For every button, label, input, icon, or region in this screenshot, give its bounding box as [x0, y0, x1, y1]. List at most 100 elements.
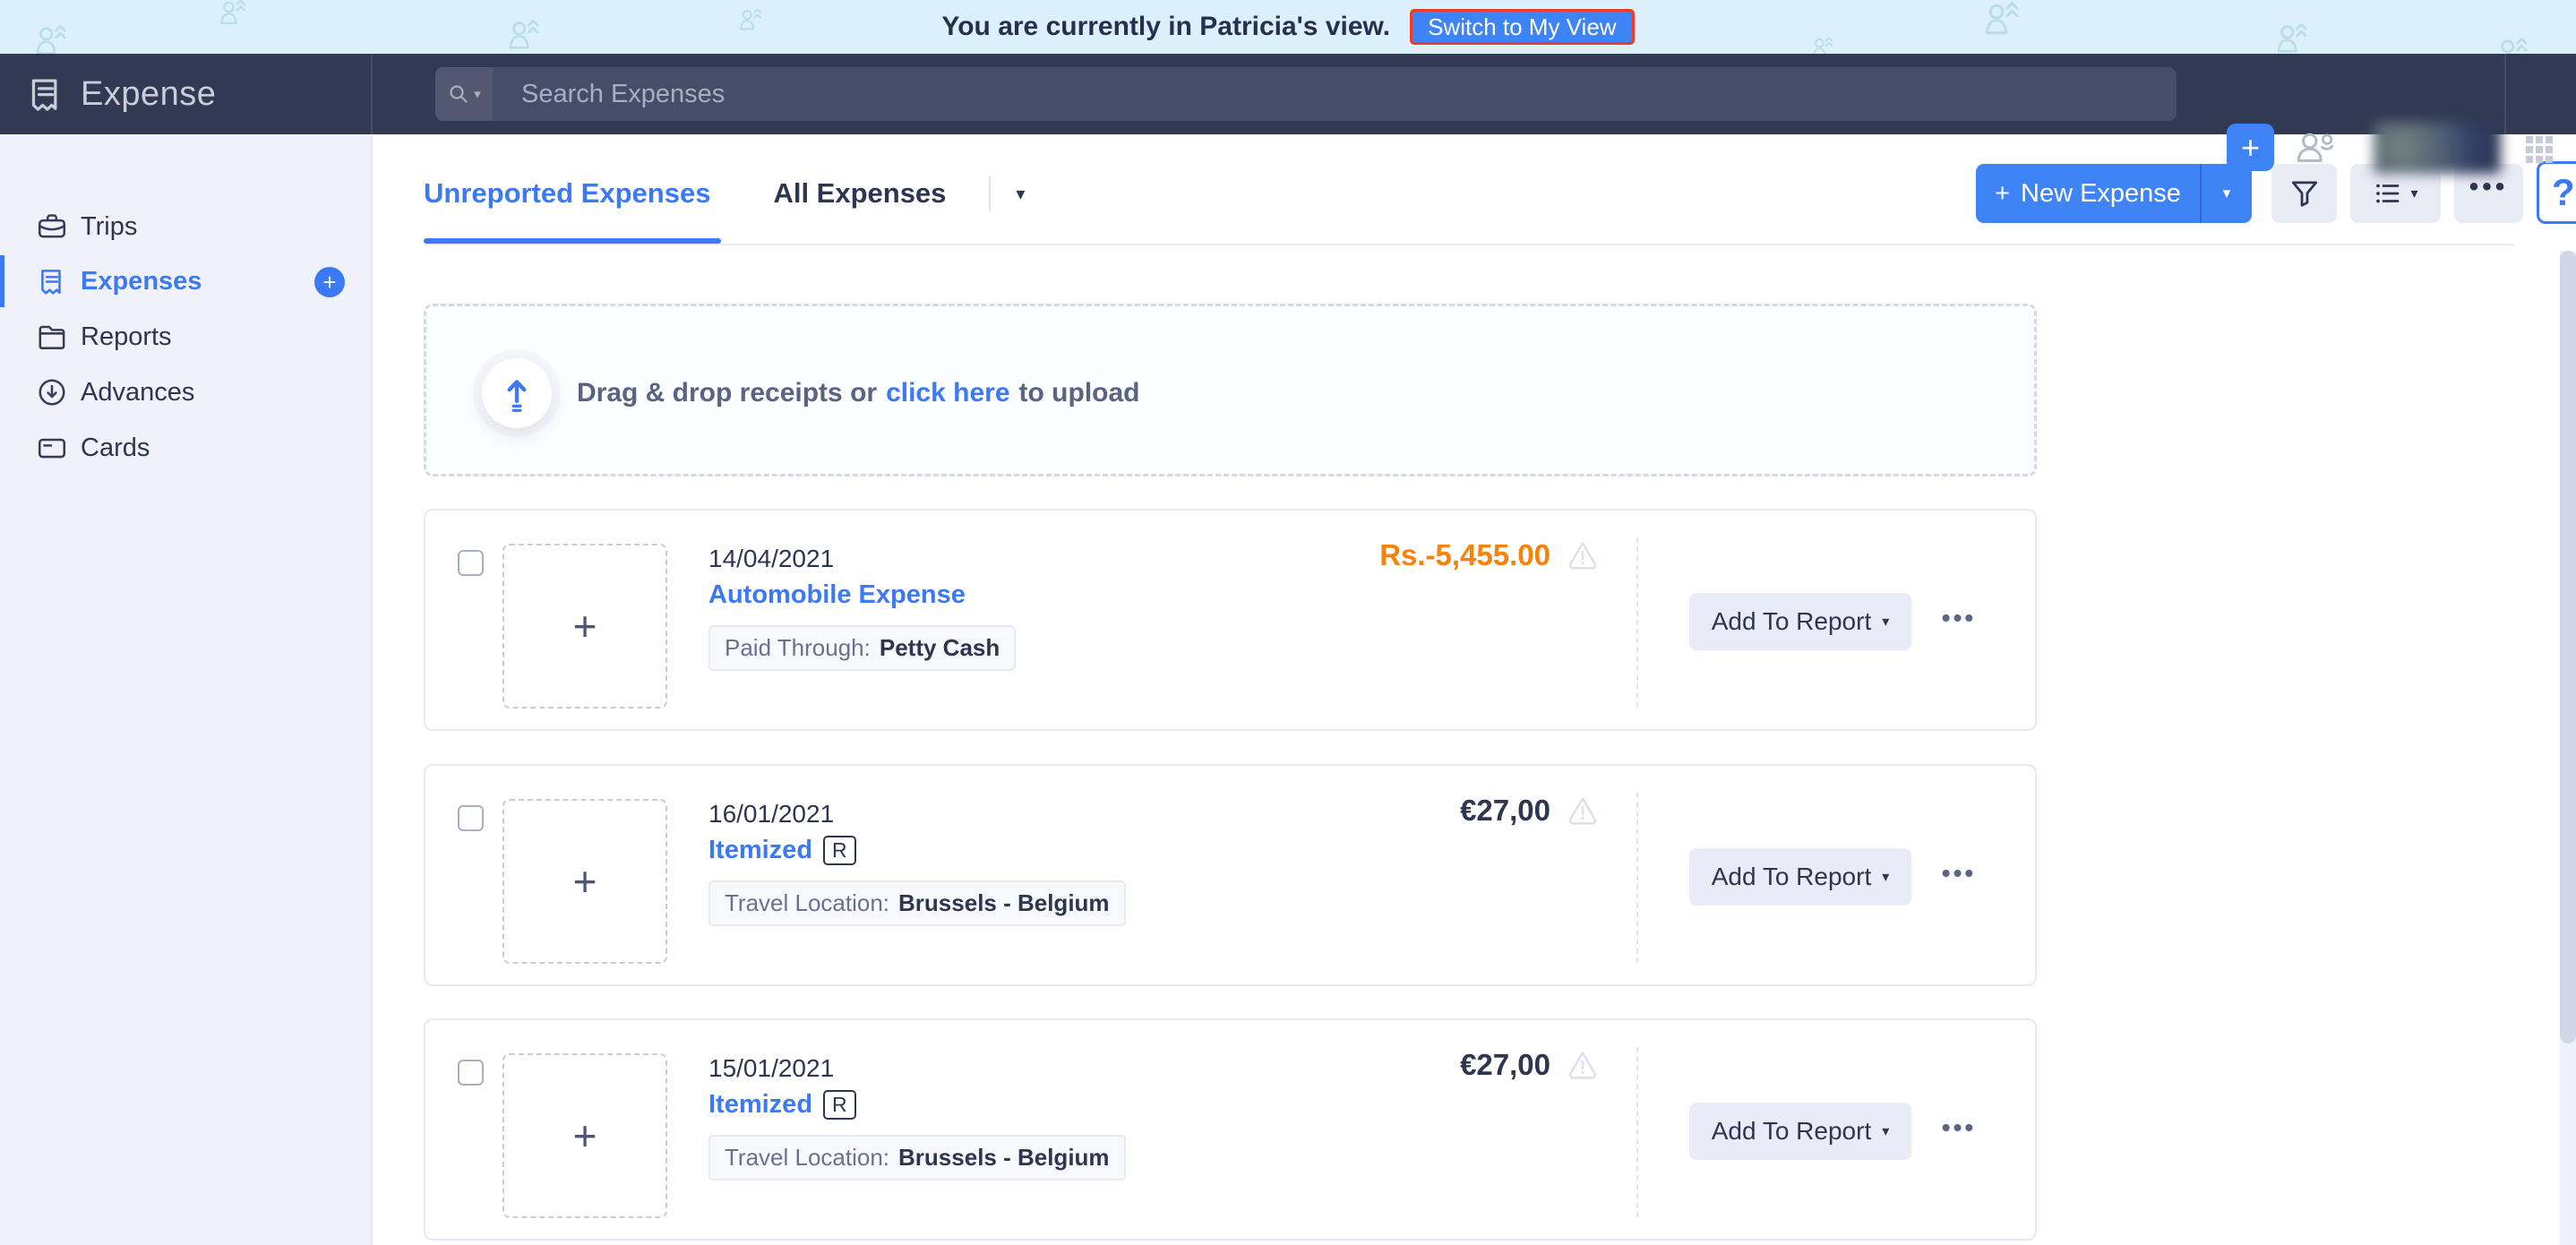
sidebar-item-reports[interactable]: Reports	[0, 309, 373, 365]
expense-date: 15/01/2021	[708, 1054, 834, 1083]
filter-button[interactable]	[2271, 164, 2337, 223]
plus-icon: +	[573, 1112, 597, 1160]
add-to-report-caret-icon: ▾	[1882, 868, 1889, 886]
switch-to-my-view-button[interactable]: Switch to My View	[1410, 9, 1634, 45]
expense-checkbox[interactable]	[458, 805, 484, 831]
reimbursable-badge: R	[823, 1090, 856, 1120]
switch-user-icon[interactable]	[2293, 125, 2338, 170]
add-expense-quick-button[interactable]: +	[314, 267, 345, 297]
add-to-report-button[interactable]: Add To Report ▾	[1689, 848, 1911, 906]
sidebar-item-label: Reports	[81, 322, 172, 352]
list-view-caret-icon: ▾	[2410, 185, 2417, 202]
warning-icon	[1565, 537, 1601, 573]
sidebar-item-advances[interactable]: Advances	[0, 365, 373, 420]
row-more-options-button[interactable]: •••	[1930, 1113, 1988, 1142]
sidebar-item-label: Trips	[81, 212, 137, 242]
plus-icon: +	[573, 857, 597, 906]
scrollbar-thumb[interactable]	[2560, 251, 2576, 1043]
expense-date: 16/01/2021	[708, 800, 834, 829]
reimbursable-badge: R	[823, 836, 856, 865]
sidebar-item-trips[interactable]: Trips	[0, 199, 373, 254]
search-scope-caret-icon: ▾	[474, 86, 481, 102]
add-to-report-label: Add To Report	[1712, 863, 1872, 891]
new-expense-button[interactable]: + New Expense	[1976, 164, 2200, 223]
global-search: ▾	[435, 67, 2177, 121]
add-to-report-caret-icon: ▾	[1882, 613, 1889, 631]
expense-title-link[interactable]: Itemized	[708, 836, 812, 865]
user-avatar-blurred[interactable]	[2374, 122, 2501, 174]
add-receipt-box[interactable]: +	[502, 1053, 667, 1218]
expense-tag: Travel Location: Brussels - Belgium	[708, 1135, 1126, 1181]
new-expense-label: New Expense	[2021, 179, 2181, 209]
expense-amount: €27,00	[1460, 1048, 1550, 1082]
list-view-icon	[2373, 178, 2403, 209]
scrollbar-track[interactable]	[2560, 251, 2576, 1245]
sidebar-item-label: Advances	[81, 378, 194, 408]
upload-text-prefix: Drag & drop receipts or	[577, 378, 877, 408]
add-receipt-box[interactable]: +	[502, 799, 667, 964]
sidebar: Trips Expenses + Reports Advances Cards	[0, 134, 373, 1245]
tag-value: Brussels - Belgium	[898, 1144, 1110, 1172]
add-to-report-label: Add To Report	[1712, 607, 1872, 636]
tab-separator	[989, 176, 991, 211]
upload-instructions: Drag & drop receipts or click here to up…	[577, 306, 1140, 479]
expense-amount: Rs.-5,455.00	[1379, 538, 1550, 572]
tab-dropdown-caret-icon[interactable]: ▾	[1016, 183, 1025, 205]
upload-click-here-link[interactable]: click here	[886, 378, 1009, 408]
expense-checkbox[interactable]	[458, 1060, 484, 1086]
warning-icon	[1565, 793, 1601, 829]
tab-unreported-expenses[interactable]: Unreported Expenses	[424, 177, 710, 210]
add-receipt-box[interactable]: +	[502, 544, 667, 708]
plus-icon: +	[1995, 179, 2010, 209]
search-scope-button[interactable]: ▾	[435, 67, 493, 121]
search-icon	[447, 82, 470, 106]
expense-checkbox[interactable]	[458, 550, 484, 576]
row-more-options-button[interactable]: •••	[1930, 604, 1988, 632]
navbar-divider	[371, 54, 373, 134]
plus-icon: +	[573, 602, 597, 650]
app-name: Expense	[81, 75, 216, 114]
add-to-report-button[interactable]: Add To Report ▾	[1689, 1103, 1911, 1160]
expense-tabs: Unreported Expenses All Expenses ▾	[424, 176, 1025, 211]
warning-icon	[1565, 1047, 1601, 1083]
expense-tag: Travel Location: Brussels - Belgium	[708, 880, 1126, 926]
briefcase-icon	[36, 210, 68, 243]
quick-create-button[interactable]: +	[2227, 124, 2274, 171]
receipt-dropzone[interactable]: Drag & drop receipts or click here to up…	[424, 304, 2037, 477]
tag-label: Travel Location:	[725, 1144, 889, 1172]
tag-value: Brussels - Belgium	[898, 889, 1110, 917]
search-input[interactable]	[493, 67, 2177, 121]
expense-card: + 16/01/2021 Itemized R Travel Location:…	[424, 764, 2037, 986]
new-expense-split-button: + New Expense ▾	[1976, 164, 2252, 223]
upload-arrow-icon	[499, 374, 535, 413]
new-expense-dropdown-button[interactable]: ▾	[2200, 164, 2252, 223]
funnel-icon	[2288, 177, 2321, 210]
add-to-report-button[interactable]: Add To Report ▾	[1689, 593, 1911, 650]
expense-amount: €27,00	[1460, 794, 1550, 828]
expense-title-link[interactable]: Itemized	[708, 1090, 812, 1120]
row-more-options-button[interactable]: •••	[1930, 859, 1988, 888]
tabs-baseline	[425, 244, 2513, 245]
expense-tag: Paid Through: Petty Cash	[708, 625, 1016, 671]
card-divider	[1636, 1047, 1638, 1217]
apps-grid-icon[interactable]	[2526, 136, 2553, 163]
help-button[interactable]: ?	[2537, 161, 2576, 224]
app-logo: Expense	[25, 54, 216, 134]
expense-logo-icon	[25, 73, 66, 115]
expense-title-link[interactable]: Automobile Expense	[708, 580, 966, 610]
expense-card: + 15/01/2021 Itemized R Travel Location:…	[424, 1018, 2037, 1241]
expense-date: 14/04/2021	[708, 545, 834, 573]
tag-label: Paid Through:	[725, 634, 871, 662]
tag-label: Travel Location:	[725, 889, 889, 917]
tag-value: Petty Cash	[880, 634, 1000, 662]
folder-icon	[36, 321, 68, 353]
sidebar-item-cards[interactable]: Cards	[0, 420, 373, 476]
sidebar-item-label: Cards	[81, 434, 150, 463]
expense-card: + 14/04/2021 Automobile Expense Paid Thr…	[424, 509, 2037, 731]
receipt-icon	[36, 265, 68, 297]
add-to-report-caret-icon: ▾	[1882, 1122, 1889, 1140]
top-navbar: Expense ▾ +	[0, 54, 2576, 134]
tab-all-expenses[interactable]: All Expenses	[773, 177, 946, 210]
navbar-divider-right	[2504, 54, 2506, 134]
main-content: Unreported Expenses All Expenses ▾ + New…	[373, 134, 2576, 1245]
